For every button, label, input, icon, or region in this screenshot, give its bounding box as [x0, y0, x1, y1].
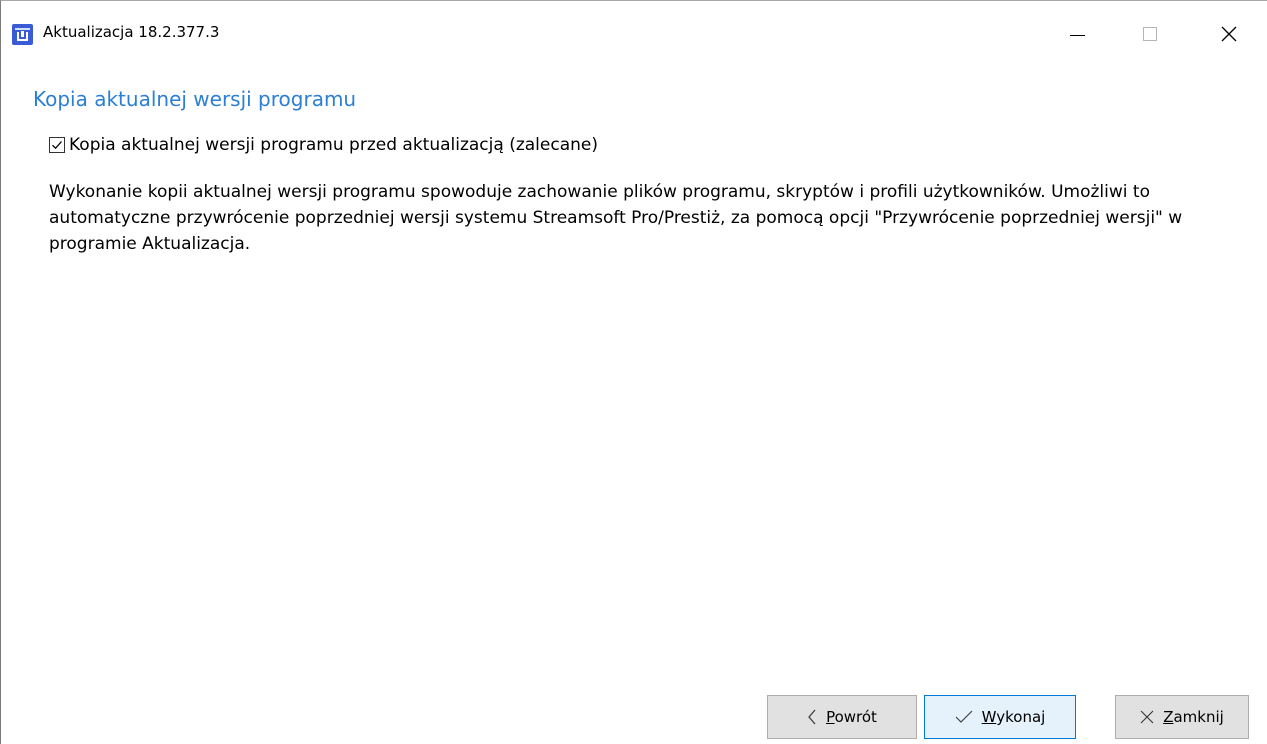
minimize-icon [1069, 34, 1085, 36]
maximize-button[interactable] [1127, 11, 1173, 57]
backup-option[interactable]: Kopia aktualnej wersji programu przed ak… [49, 135, 598, 155]
close-window-button[interactable] [1206, 11, 1252, 57]
update-window: Aktualizacja 18.2.377.3 Kopia aktualnej … [0, 0, 1267, 744]
chevron-left-icon [808, 709, 816, 725]
close-icon [1140, 710, 1154, 724]
minimize-button[interactable] [1054, 11, 1100, 57]
checkmark-icon [52, 141, 62, 150]
checkmark-icon [955, 710, 973, 723]
window-title: Aktualizacja 18.2.377.3 [43, 23, 220, 41]
backup-checkbox-label[interactable]: Kopia aktualnej wersji programu przed ak… [69, 135, 598, 155]
maximize-icon [1143, 27, 1157, 41]
update-package-icon [12, 24, 33, 45]
close-button[interactable]: Zamknij [1115, 695, 1249, 739]
execute-button-label: Wykonaj [981, 708, 1046, 726]
backup-checkbox[interactable] [49, 137, 65, 153]
backup-description: Wykonanie kopii aktualnej wersji program… [49, 182, 1183, 254]
execute-button[interactable]: Wykonaj [924, 695, 1076, 739]
close-button-label: Zamknij [1163, 708, 1224, 726]
back-button[interactable]: Powrót [767, 695, 917, 739]
section-title: Kopia aktualnej wersji programu [33, 87, 357, 111]
back-button-label: Powrót [826, 708, 877, 726]
close-icon [1221, 26, 1237, 42]
title-bar[interactable]: Aktualizacja 18.2.377.3 [1, 1, 1267, 65]
